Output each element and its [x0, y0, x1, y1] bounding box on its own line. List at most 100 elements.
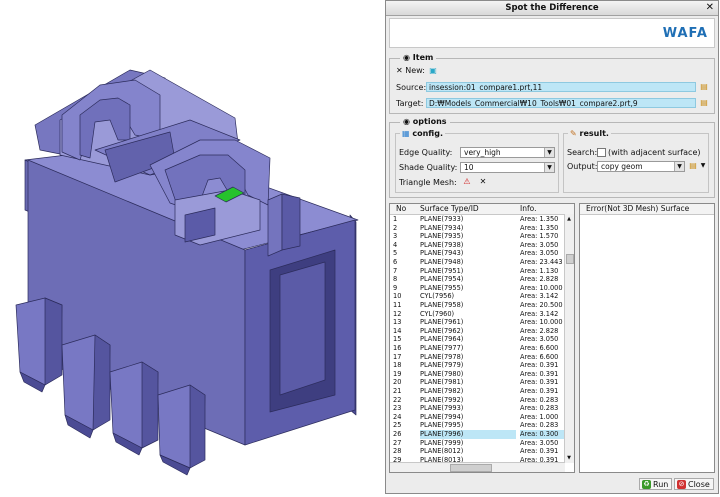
shade-quality-select[interactable]: 10 ▼	[460, 162, 555, 173]
row-number: 5	[393, 249, 398, 258]
table-row[interactable]: 18 PLANE(7979) Area: 0.391	[390, 361, 565, 370]
scroll-thumb[interactable]	[566, 254, 574, 264]
table-row[interactable]: 24 PLANE(7994) Area: 1.000	[390, 413, 565, 422]
table-row[interactable]: 11 PLANE(7958) Area: 20.500	[390, 301, 565, 310]
row-number: 27	[393, 438, 402, 447]
table-row[interactable]: 7 PLANE(7951) Area: 1.130	[390, 267, 565, 276]
triangle-mesh-label: Triangle Mesh:	[399, 178, 457, 187]
item-section-header[interactable]: ◉ Item	[400, 53, 437, 62]
table-header: No Surface Type/ID Info.	[390, 204, 574, 215]
row-number: 6	[393, 258, 398, 266]
surface-info: Area: 10.000	[520, 318, 563, 327]
surface-info: Area: 0.283	[520, 421, 559, 430]
dialog-titlebar[interactable]: Spot the Difference ✕	[386, 1, 718, 16]
row-number: 10	[393, 292, 402, 301]
surface-info: Area: 6.600	[520, 352, 559, 361]
result-group: ✎ result. Search: (with adjacent surface…	[563, 129, 709, 193]
row-number: 9	[393, 283, 398, 292]
options-section-header[interactable]: ◉ options	[400, 117, 450, 126]
row-number: 15	[393, 335, 402, 344]
table-row[interactable]: 19 PLANE(7980) Area: 0.391	[390, 370, 565, 379]
chevron-down-icon[interactable]: ▼	[698, 161, 708, 171]
column-header-surface[interactable]: Surface Type/ID	[420, 204, 479, 214]
table-row[interactable]: 13 PLANE(7961) Area: 10.000	[390, 318, 565, 327]
table-row[interactable]: 14 PLANE(7962) Area: 2.828	[390, 327, 565, 336]
run-button[interactable]: ♻ Run	[639, 478, 673, 490]
browse-source-icon[interactable]: ▤	[699, 82, 709, 92]
surface-info: Area: 1.130	[520, 266, 559, 275]
scroll-down-icon[interactable]: ▼	[566, 455, 572, 461]
target-field[interactable]: D:₩Models_Commercial₩10_Tools₩01_compare…	[426, 98, 696, 108]
row-number: 16	[393, 344, 402, 352]
hscroll-thumb[interactable]	[450, 464, 492, 472]
error-panel-header: Error(Not 3D Mesh) Surface	[580, 204, 714, 215]
surface-info: Area: 1.350	[520, 223, 559, 232]
table-row[interactable]: 12 CYL(7960) Area: 3.142	[390, 310, 565, 319]
table-row[interactable]: 25 PLANE(7995) Area: 0.283	[390, 421, 565, 430]
surface-type-id: PLANE(7980)	[420, 369, 464, 378]
collapse-icon[interactable]: ◉	[403, 117, 410, 126]
table-row[interactable]: 5 PLANE(7943) Area: 3.050	[390, 249, 565, 258]
error-header-label: Error(Not 3D Mesh) Surface	[586, 204, 690, 213]
surface-info: Area: 0.283	[520, 404, 559, 413]
vertical-scrollbar[interactable]: ▲ ▼	[564, 214, 574, 463]
table-row[interactable]: 21 PLANE(7982) Area: 0.391	[390, 387, 565, 396]
spot-the-difference-dialog: Spot the Difference ✕ WAFA ◉ Item ✕ New:…	[385, 0, 719, 494]
surface-type-id: PLANE(7962)	[420, 326, 464, 335]
new-label[interactable]: ✕ New:	[396, 66, 425, 75]
table-row[interactable]: 4 PLANE(7938) Area: 3.050	[390, 241, 565, 250]
surface-type-id: PLANE(7994)	[420, 412, 464, 421]
row-number: 22	[393, 395, 402, 404]
horizontal-scrollbar[interactable]	[390, 462, 565, 472]
clear-icon[interactable]: ✕	[478, 177, 488, 187]
table-row[interactable]: 20 PLANE(7981) Area: 0.391	[390, 378, 565, 387]
options-header-label: options	[412, 117, 447, 126]
table-row[interactable]: 3 PLANE(7935) Area: 1.570	[390, 232, 565, 241]
run-icon: ♻	[642, 480, 651, 489]
close-icon[interactable]: ✕	[706, 2, 714, 13]
config-header: ▦ config.	[400, 129, 445, 138]
source-field[interactable]: insession:01_compare1.prt,11	[426, 82, 696, 92]
surface-type-id: PLANE(7948)	[420, 258, 464, 266]
surface-info: Area: 0.391	[520, 387, 559, 395]
surface-type-id: PLANE(7951)	[420, 266, 464, 275]
edge-quality-select[interactable]: very_high ▼	[460, 147, 555, 158]
scroll-up-icon[interactable]: ▲	[566, 216, 572, 222]
column-header-info[interactable]: Info.	[520, 204, 536, 214]
table-row[interactable]: 6 PLANE(7948) Area: 23.443	[390, 258, 565, 267]
output-select[interactable]: copy geom ▼	[597, 161, 685, 172]
surface-info: Area: 1.000	[520, 412, 559, 421]
surface-info: Area: 1.570	[520, 232, 559, 241]
table-row[interactable]: 27 PLANE(7999) Area: 3.050	[390, 439, 565, 448]
surface-info: Area: 3.142	[520, 309, 559, 318]
search-checkbox[interactable]	[597, 148, 606, 157]
new-label-text: New:	[405, 66, 425, 75]
table-row[interactable]: 9 PLANE(7955) Area: 10.000	[390, 284, 565, 293]
new-item-icon[interactable]: ▣	[428, 66, 438, 76]
shade-quality-label: Shade Quality:	[399, 163, 458, 172]
surface-type-id: PLANE(7935)	[420, 232, 464, 241]
table-row[interactable]: 22 PLANE(7992) Area: 0.283	[390, 396, 565, 405]
table-row[interactable]: 28 PLANE(8012) Area: 0.391	[390, 447, 565, 456]
warning-icon[interactable]: ⚠	[462, 177, 472, 187]
table-row[interactable]: 17 PLANE(7978) Area: 6.600	[390, 353, 565, 362]
surface-type-id: PLANE(7995)	[420, 421, 464, 430]
table-row[interactable]: 26 PLANE(7996) Area: 0.300	[390, 430, 565, 439]
folder-icon[interactable]: ▤	[688, 161, 698, 171]
browse-target-icon[interactable]: ▤	[699, 98, 709, 108]
close-button[interactable]: ⊘ Close	[674, 478, 714, 490]
3d-viewport[interactable]	[0, 0, 384, 495]
table-row[interactable]: 2 PLANE(7934) Area: 1.350	[390, 224, 565, 233]
collapse-icon[interactable]: ◉	[403, 53, 410, 62]
surface-type-id: PLANE(7999)	[420, 438, 464, 447]
table-row[interactable]: 1 PLANE(7933) Area: 1.350	[390, 215, 565, 224]
column-header-no[interactable]: No	[396, 204, 406, 214]
table-row[interactable]: 23 PLANE(7993) Area: 0.283	[390, 404, 565, 413]
table-row[interactable]: 10 CYL(7956) Area: 3.142	[390, 292, 565, 301]
table-row[interactable]: 15 PLANE(7964) Area: 3.050	[390, 335, 565, 344]
table-row[interactable]: 8 PLANE(7954) Area: 2.828	[390, 275, 565, 284]
row-number: 14	[393, 326, 402, 335]
table-row[interactable]: 16 PLANE(7977) Area: 6.600	[390, 344, 565, 353]
row-number: 25	[393, 421, 402, 430]
row-number: 1	[393, 215, 398, 223]
